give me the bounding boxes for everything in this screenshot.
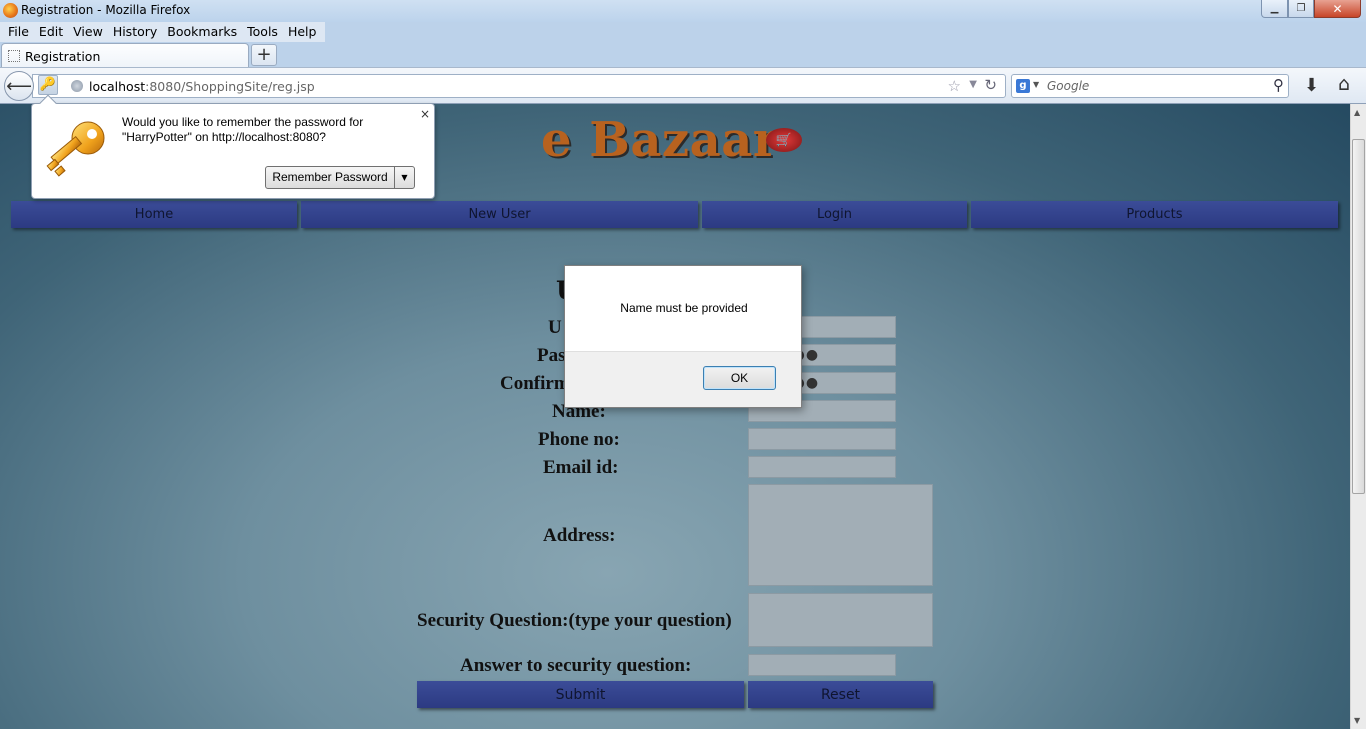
reload-icon[interactable]: ↻ xyxy=(984,76,997,94)
alert-dialog: Name must be provided OK xyxy=(564,265,802,408)
url-text: localhost:8080/ShoppingSite/reg.jsp xyxy=(89,79,315,94)
scroll-thumb[interactable] xyxy=(1352,139,1365,494)
menu-tools[interactable]: Tools xyxy=(242,22,283,42)
password-key-icon[interactable]: 🔑 xyxy=(38,75,58,95)
address-textarea[interactable] xyxy=(748,484,933,586)
bookmark-star-icon[interactable]: ☆ xyxy=(948,77,961,95)
scroll-down-icon[interactable]: ▼ xyxy=(1354,716,1360,725)
back-button[interactable]: ⟵ xyxy=(4,71,34,101)
menu-edit[interactable]: Edit xyxy=(34,22,68,42)
tab-label: Registration xyxy=(25,49,101,64)
address-label: Address: xyxy=(543,525,616,546)
google-icon[interactable]: g xyxy=(1016,79,1030,93)
nav-products[interactable]: Products xyxy=(971,201,1338,228)
phone-input[interactable] xyxy=(748,428,896,450)
tab-bar: Registration + xyxy=(0,42,1366,69)
password-label: Pas xyxy=(537,345,566,366)
username-label: U xyxy=(548,317,562,338)
security-question-label: Security Question:(type your question) xyxy=(417,610,732,631)
reset-button[interactable]: Reset xyxy=(748,681,933,708)
menu-history[interactable]: History xyxy=(108,22,162,42)
menu-view[interactable]: View xyxy=(68,22,108,42)
menu-bookmarks[interactable]: Bookmarks xyxy=(162,22,242,42)
maximize-button[interactable]: ❐ xyxy=(1288,0,1314,18)
submit-button[interactable]: Submit xyxy=(417,681,744,708)
remember-password-button[interactable]: Remember Password ▼ xyxy=(265,166,415,189)
home-icon[interactable]: ⌂ xyxy=(1338,73,1350,95)
answer-label: Answer to security question: xyxy=(460,655,692,676)
alert-message: Name must be provided xyxy=(620,301,748,315)
engine-dropdown-icon[interactable]: ▼ xyxy=(1033,80,1039,89)
shopping-cart-icon: 🛒 xyxy=(766,128,802,152)
menu-help[interactable]: Help xyxy=(283,22,322,42)
minimize-button[interactable]: ▁ xyxy=(1261,0,1288,18)
download-icon[interactable]: ⬇ xyxy=(1304,75,1319,96)
confirm-password-label: Confirm xyxy=(500,373,570,394)
remember-options-dropdown-icon[interactable]: ▼ xyxy=(395,167,414,188)
security-question-textarea[interactable] xyxy=(748,593,933,647)
menu-file[interactable]: File xyxy=(3,22,34,42)
window-title: Registration - Mozilla Firefox xyxy=(21,3,191,17)
scroll-up-icon[interactable]: ▲ xyxy=(1354,108,1360,117)
search-bar[interactable]: g ▼ Google ⚲ xyxy=(1011,74,1289,98)
firefox-logo-icon xyxy=(3,3,18,18)
key-icon xyxy=(46,121,105,177)
search-icon[interactable]: ⚲ xyxy=(1273,76,1284,94)
nav-new-user[interactable]: New User xyxy=(301,201,698,228)
close-icon: ✕ xyxy=(1332,1,1343,16)
menu-bar: File Edit View History Bookmarks Tools H… xyxy=(0,22,326,42)
site-logo: e Bazaar e Bazaar xyxy=(541,112,781,170)
vertical-scrollbar[interactable]: ▲ ▼ xyxy=(1350,104,1366,729)
maximize-icon: ❐ xyxy=(1296,3,1306,14)
alert-footer: OK xyxy=(565,351,801,407)
history-dropdown-icon[interactable]: ▼ xyxy=(969,79,977,90)
globe-icon xyxy=(71,80,83,92)
address-bar[interactable]: localhost:8080/ShoppingSite/reg.jsp ☆ ▼ … xyxy=(32,74,1006,98)
url-path: :8080/ShoppingSite/reg.jsp xyxy=(145,79,315,94)
close-panel-icon[interactable]: × xyxy=(420,107,430,121)
remember-password-label[interactable]: Remember Password xyxy=(266,167,395,188)
minimize-icon: ▁ xyxy=(1270,3,1279,14)
nav-login[interactable]: Login xyxy=(702,201,967,228)
phone-label: Phone no: xyxy=(538,429,620,450)
close-window-button[interactable]: ✕ xyxy=(1314,0,1361,18)
back-arrow-icon: ⟵ xyxy=(6,75,32,97)
search-placeholder: Google xyxy=(1047,79,1090,93)
nav-home[interactable]: Home xyxy=(11,201,297,228)
window-titlebar: Registration - Mozilla Firefox ▁ ❐ ✕ xyxy=(0,0,1366,22)
remember-password-panel: Would you like to remember the password … xyxy=(31,94,435,199)
page-icon xyxy=(8,50,20,62)
ok-button[interactable]: OK xyxy=(703,366,776,390)
brand-text: e Bazaar xyxy=(541,112,779,168)
email-label: Email id: xyxy=(543,457,619,478)
tab-registration[interactable]: Registration xyxy=(1,43,249,69)
navigation-toolbar: localhost:8080/ShoppingSite/reg.jsp ☆ ▼ … xyxy=(0,67,1366,104)
answer-input[interactable] xyxy=(748,654,896,676)
password-prompt-message: Would you like to remember the password … xyxy=(122,115,364,144)
new-tab-button[interactable]: + xyxy=(251,44,277,66)
email-input[interactable] xyxy=(748,456,896,478)
url-host: localhost xyxy=(89,79,146,94)
